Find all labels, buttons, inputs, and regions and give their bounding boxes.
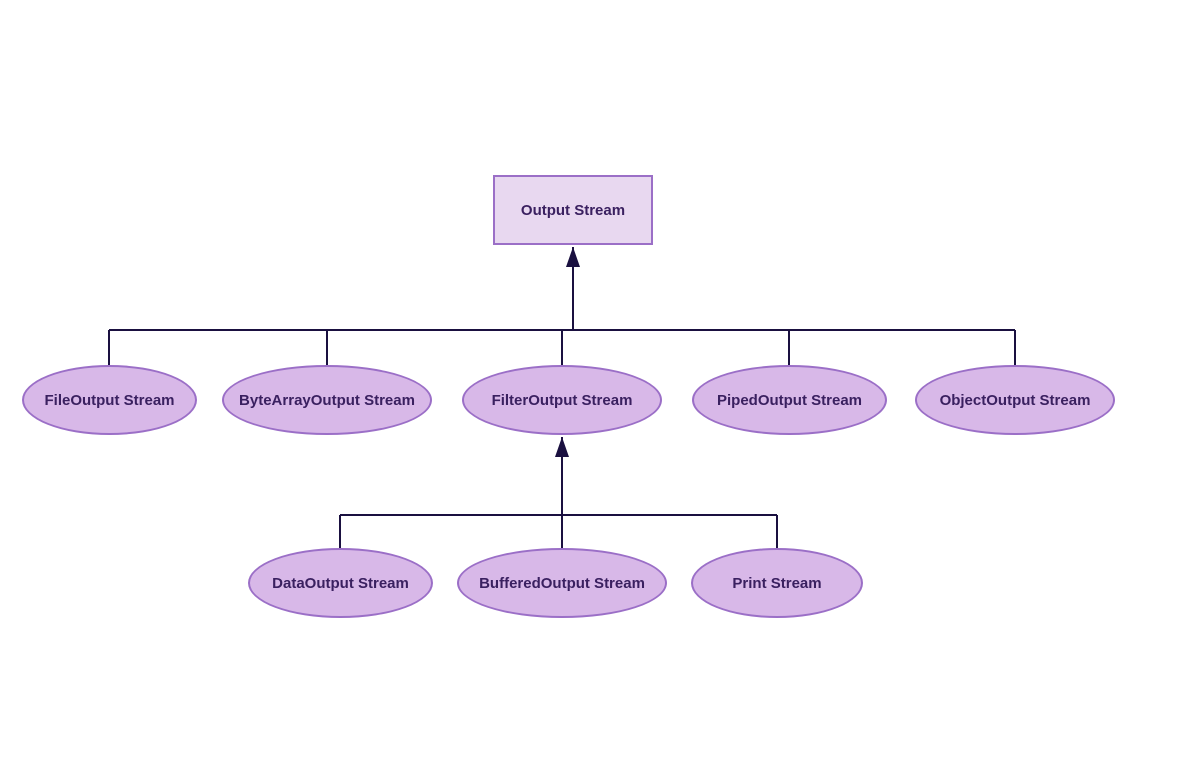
filter-output-stream-node: FilterOutput Stream [462,365,662,435]
data-output-stream-node: DataOutput Stream [248,548,433,618]
file-output-stream-node: FileOutput Stream [22,365,197,435]
buffered-output-label: BufferedOutput Stream [479,575,645,592]
print-stream-label: Print Stream [732,575,821,592]
object-output-label: ObjectOutput Stream [940,392,1091,409]
object-output-stream-node: ObjectOutput Stream [915,365,1115,435]
print-stream-node: Print Stream [691,548,863,618]
bytearray-output-label: ByteArrayOutput Stream [239,392,415,409]
file-output-label: FileOutput Stream [44,392,174,409]
buffered-output-stream-node: BufferedOutput Stream [457,548,667,618]
diagram-container: Output Stream FileOutput Stream ByteArra… [0,0,1200,764]
output-stream-label: Output Stream [521,202,625,219]
data-output-label: DataOutput Stream [272,575,409,592]
bytearray-output-stream-node: ByteArrayOutput Stream [222,365,432,435]
filter-output-label: FilterOutput Stream [492,392,633,409]
piped-output-label: PipedOutput Stream [717,392,862,409]
output-stream-node: Output Stream [493,175,653,245]
piped-output-stream-node: PipedOutput Stream [692,365,887,435]
